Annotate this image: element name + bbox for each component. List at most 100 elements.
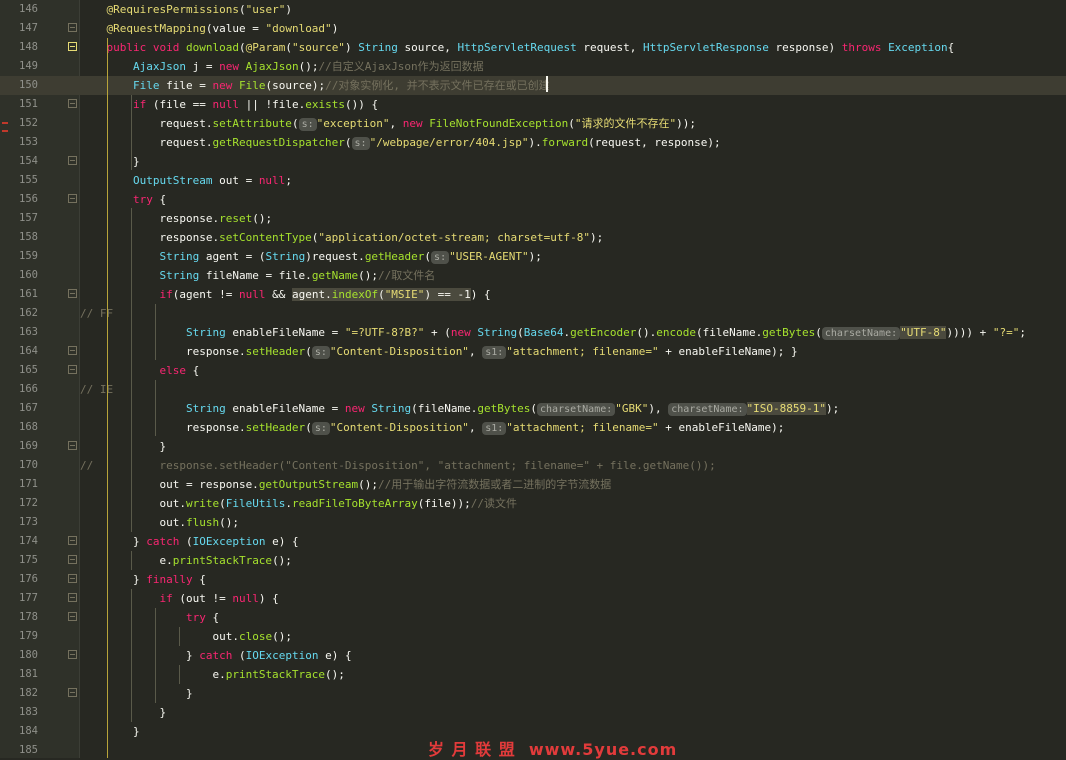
- code-line[interactable]: 168 response.setHeader(s: "Content-Dispos…: [0, 418, 1066, 437]
- code-token: ();: [358, 269, 379, 282]
- code-line[interactable]: 157 response.reset();: [0, 209, 1066, 228]
- code-token: ,: [468, 345, 483, 358]
- code-token: response.: [80, 231, 220, 244]
- line-number: 147: [19, 22, 38, 34]
- code-line[interactable]: 153 request.getRequestDispatcher(s: "/web…: [0, 133, 1066, 152]
- code-token: (fileName.: [411, 402, 478, 415]
- code-line[interactable]: 174 } catch (IOException e) {: [0, 532, 1066, 551]
- code-line[interactable]: 167 String enableFileName = new String(f…: [0, 399, 1066, 418]
- code-line[interactable]: 173 out.flush();: [0, 513, 1066, 532]
- code-token: j =: [185, 60, 220, 73]
- code-editor[interactable]: 146 @RequiresPermissions("user") 147 @Req…: [0, 0, 1066, 758]
- code-token: printStackTrace: [172, 554, 273, 567]
- line-number: 148: [19, 41, 38, 53]
- code-line[interactable]: 170 // response.setHeader("Content-Dispos…: [0, 456, 1066, 475]
- code-line[interactable]: 159 String agent = (String)request.getHe…: [0, 247, 1066, 266]
- code-token: "MSIE": [384, 288, 425, 301]
- code-line[interactable]: 162 // FF: [0, 304, 1066, 323]
- fold-toggle-icon[interactable]: [68, 593, 77, 602]
- fold-toggle-icon[interactable]: [68, 574, 77, 583]
- code-token: +: [972, 326, 993, 339]
- indent-guide: [179, 665, 180, 684]
- code-text: if (file == null || !file.exists()) {: [80, 95, 378, 114]
- code-text: request.setAttribute(s: "exception", new …: [80, 114, 696, 133]
- code-text: String enableFileName = new String(fileN…: [80, 399, 839, 418]
- code-line[interactable]: 179 out.close();: [0, 627, 1066, 646]
- code-token: ;: [1019, 326, 1026, 339]
- fold-toggle-icon[interactable]: [68, 650, 77, 659]
- code-line[interactable]: 160 String fileName = file.getName();//取…: [0, 266, 1066, 285]
- code-token: (: [185, 535, 193, 548]
- fold-toggle-icon[interactable]: [68, 365, 77, 374]
- code-line[interactable]: 155 OutputStream out = null;: [0, 171, 1066, 190]
- code-line[interactable]: 165 else {: [0, 361, 1066, 380]
- code-token: setAttribute: [212, 117, 292, 130]
- code-token: @RequestMapping: [80, 22, 206, 35]
- code-line[interactable]: 156 try {: [0, 190, 1066, 209]
- line-number: 159: [19, 250, 38, 262]
- fold-toggle-icon[interactable]: [68, 555, 77, 564]
- fold-toggle-icon[interactable]: [68, 346, 77, 355]
- code-line[interactable]: 180 } catch (IOException e) {: [0, 646, 1066, 665]
- code-line[interactable]: 152 request.setAttribute(s: "exception", …: [0, 114, 1066, 133]
- code-token: FileNotFoundException: [429, 117, 569, 130]
- fold-toggle-icon[interactable]: [68, 23, 77, 32]
- code-token: getEncoder: [570, 326, 637, 339]
- code-text: out.close();: [80, 627, 292, 646]
- code-token: String: [265, 250, 306, 263]
- code-line[interactable]: 172 out.write(FileUtils.readFileToByteAr…: [0, 494, 1066, 513]
- code-line[interactable]: 166 // IE: [0, 380, 1066, 399]
- code-line[interactable]: 146 @RequiresPermissions("user"): [0, 0, 1066, 19]
- code-line[interactable]: 175 e.printStackTrace();: [0, 551, 1066, 570]
- code-line[interactable]: 182 }: [0, 684, 1066, 703]
- fold-toggle-icon[interactable]: [68, 156, 77, 165]
- fold-toggle-icon[interactable]: [68, 688, 77, 697]
- code-token: @Param: [245, 41, 286, 54]
- code-line[interactable]: 147 @RequestMapping(value = "download"): [0, 19, 1066, 38]
- code-line[interactable]: 149 AjaxJson j = new AjaxJson();//自定义Aja…: [0, 57, 1066, 76]
- fold-toggle-icon[interactable]: [68, 99, 77, 108]
- code-token: (: [815, 326, 822, 339]
- code-token: enableFileName =: [225, 326, 345, 339]
- fold-toggle-icon[interactable]: [68, 42, 77, 51]
- code-token: "USER-AGENT": [449, 250, 529, 263]
- code-token: {: [192, 364, 200, 377]
- line-number: 154: [19, 155, 38, 167]
- code-token: getBytes: [477, 402, 531, 415]
- code-line[interactable]: 176 } finally {: [0, 570, 1066, 589]
- code-line[interactable]: 178 try {: [0, 608, 1066, 627]
- line-number: 164: [19, 345, 38, 357]
- code-token: new: [344, 402, 372, 415]
- code-line[interactable]: 164 response.setHeader(s: "Content-Dispos…: [0, 342, 1066, 361]
- code-line[interactable]: 181 e.printStackTrace();: [0, 665, 1066, 684]
- code-line[interactable]: 161 if(agent != null && agent.indexOf("M…: [0, 285, 1066, 304]
- code-token: (: [568, 117, 575, 130]
- code-token: new: [212, 79, 239, 92]
- code-line[interactable]: 154 }: [0, 152, 1066, 171]
- code-line[interactable]: 148 public void download(@Param("source"…: [0, 38, 1066, 57]
- code-token: (out !=: [179, 592, 233, 605]
- code-token: catch: [199, 649, 239, 662]
- code-line[interactable]: 177 if (out != null) {: [0, 589, 1066, 608]
- code-line[interactable]: 169 }: [0, 437, 1066, 456]
- line-number: 156: [19, 193, 38, 205]
- fold-toggle-icon[interactable]: [68, 612, 77, 621]
- fold-toggle-icon[interactable]: [68, 536, 77, 545]
- fold-toggle-icon[interactable]: [68, 289, 77, 298]
- code-token: IOException: [192, 535, 266, 548]
- code-line[interactable]: 158 response.setContentType("application…: [0, 228, 1066, 247]
- indent-guide: [155, 304, 156, 360]
- code-line[interactable]: 163 String enableFileName = "=?UTF-8?B?"…: [0, 323, 1066, 342]
- code-line[interactable]: 183 }: [0, 703, 1066, 722]
- code-text: out.write(FileUtils.readFileToByteArray(…: [80, 494, 517, 513]
- code-line[interactable]: 151 if (file == null || !file.exists()) …: [0, 95, 1066, 114]
- code-token: (fileName.: [696, 326, 763, 339]
- code-token: response): [768, 41, 842, 54]
- code-line[interactable]: 150 File file = new File(source);//对象实例化…: [0, 76, 1066, 95]
- code-token: (: [219, 497, 226, 510]
- line-number: 171: [19, 478, 38, 490]
- code-token: // response.setHeader("Content-Dispositi…: [80, 459, 716, 472]
- fold-toggle-icon[interactable]: [68, 441, 77, 450]
- fold-toggle-icon[interactable]: [68, 194, 77, 203]
- code-line[interactable]: 171 out = response.getOutputStream();//用…: [0, 475, 1066, 494]
